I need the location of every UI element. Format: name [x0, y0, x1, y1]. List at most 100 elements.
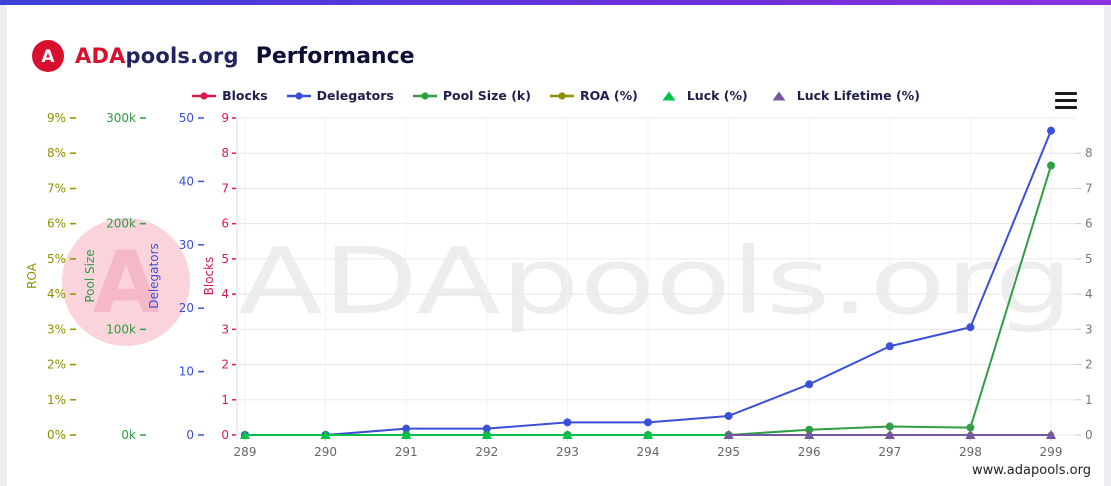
- axis-title-delegators: Delegators: [147, 243, 161, 309]
- axis-blocks: 0 1 2 3 4 5 6 7 8 9 Blocks: [202, 111, 236, 442]
- axis-blocks-tick-label: 6: [221, 217, 229, 231]
- axis-roa-tick-label: 7%: [47, 181, 66, 195]
- legend-item-delegators[interactable]: Delegators: [286, 88, 394, 103]
- axis-roa-tick-label: 3%: [47, 322, 66, 336]
- axis-roa-tick-label: 8%: [47, 146, 66, 160]
- axis-x-tick-label: 298: [959, 445, 982, 459]
- adapools-logo[interactable]: A: [30, 38, 66, 74]
- axis-right-tick-label: 1: [1085, 393, 1093, 407]
- axis-x-tick-label: 289: [234, 445, 257, 459]
- point-delegators-293[interactable]: [563, 418, 572, 427]
- point-delegators-299[interactable]: [1047, 126, 1055, 135]
- header: A ADApools.org Performance: [30, 38, 415, 74]
- axis-pool-tick-label: 0k: [121, 428, 136, 442]
- luck-legend-marker-icon: [662, 91, 676, 100]
- axis-right-tick-label: 5: [1085, 252, 1093, 266]
- axis-right-tick-label: 8: [1085, 146, 1093, 160]
- axis-blocks-tick-label: 4: [221, 287, 229, 301]
- axis-right-tick-label: 4: [1085, 287, 1093, 301]
- top-gradient-bar: [0, 0, 1111, 5]
- pool-size-k-legend-marker-icon: [412, 91, 437, 100]
- axis-x-tick-label: 295: [717, 445, 740, 459]
- axis-right-tick-label: 6: [1085, 217, 1093, 231]
- blocks-legend-marker-icon: [192, 91, 217, 100]
- chart-legend: Blocks Delegators Pool Size (k) ROA (%) Luck…: [0, 88, 1111, 103]
- axis-x-tick-label: 297: [878, 445, 901, 459]
- axis-x-tick-label: 292: [475, 445, 498, 459]
- axis-pool-tick-label: 200k: [106, 217, 136, 231]
- axis-right: 0 1 2 3 4 5 6 7 8: [1075, 146, 1093, 442]
- axis-roa-tick-label: 2%: [47, 358, 66, 372]
- legend-item-luck-lifetime[interactable]: Luck Lifetime (%): [766, 88, 920, 103]
- ada-logo-letter: A: [41, 47, 55, 67]
- axis-title-blocks: Blocks: [202, 257, 216, 296]
- axis-x-tick-label: 291: [395, 445, 418, 459]
- axis-roa-tick-label: 6%: [47, 217, 66, 231]
- point-delegators-295[interactable]: [724, 411, 733, 420]
- axis-delegators-tick-label: 10: [179, 365, 194, 379]
- axis-pool-tick-label: 300k: [106, 111, 136, 125]
- axis-blocks-tick-label: 0: [221, 428, 229, 442]
- legend-label: ROA (%): [579, 88, 638, 103]
- axis-blocks-tick-label: 9: [221, 111, 229, 125]
- brand-suffix: pools.org: [125, 44, 239, 68]
- axis-right-tick-label: 2: [1085, 358, 1093, 372]
- legend-label: Delegators: [316, 88, 394, 103]
- axis-blocks-tick-label: 5: [221, 252, 229, 266]
- legend-label: Luck Lifetime (%): [796, 88, 920, 103]
- axis-x-tick-label: 293: [556, 445, 579, 459]
- brand-ada: ADA: [75, 44, 126, 68]
- axis-blocks-tick-label: 8: [221, 146, 229, 160]
- hamburger-bar: [1055, 99, 1077, 102]
- point-delegators-296[interactable]: [805, 380, 814, 389]
- point-pool-size-k-297[interactable]: [885, 422, 894, 431]
- page-title: Performance: [255, 43, 415, 69]
- axis-blocks-tick-label: 7: [221, 181, 229, 195]
- legend-label: Pool Size (k): [442, 88, 531, 103]
- performance-chart[interactable]: A ADApools.org0%1%2%3%4%5%6%7%8%9%ROA0k10…: [0, 100, 1111, 486]
- axis-x-tick-label: 299: [1040, 445, 1063, 459]
- axis-pool-tick-label: 100k: [106, 322, 136, 336]
- axis-blocks-tick-label: 3: [221, 322, 229, 336]
- point-delegators-297[interactable]: [885, 342, 894, 351]
- axis-delegators-tick-label: 0: [186, 428, 194, 442]
- ada-logo-icon: A: [32, 40, 64, 72]
- hamburger-menu-button[interactable]: [1053, 90, 1079, 111]
- legend-label: Blocks: [222, 88, 268, 103]
- axis-right-tick-label: 0: [1085, 428, 1093, 442]
- luck-lifetime-legend-marker-icon: [772, 91, 786, 100]
- legend-item-blocks[interactable]: Blocks: [191, 88, 268, 103]
- delegators-legend-marker-icon: [286, 91, 311, 100]
- axis-delegators-tick-label: 30: [179, 238, 194, 252]
- point-delegators-298[interactable]: [966, 323, 975, 332]
- axis-delegators-tick-label: 50: [179, 111, 194, 125]
- axis-right-tick-label: 3: [1085, 322, 1093, 336]
- axis-roa-tick-label: 5%: [47, 252, 66, 266]
- axis-title-pool: Pool Size: [83, 249, 97, 302]
- axis-delegators-tick-label: 40: [179, 174, 194, 188]
- axis-roa-tick-label: 9%: [47, 111, 66, 125]
- axis-roa-tick-label: 1%: [47, 393, 66, 407]
- hamburger-bar: [1055, 92, 1077, 95]
- brand-text[interactable]: ADApools.org: [75, 44, 239, 68]
- footer-url[interactable]: www.adapools.org: [972, 463, 1091, 478]
- point-pool-size-k-299[interactable]: [1047, 161, 1055, 170]
- hamburger-bar: [1055, 106, 1077, 109]
- legend-label: Luck (%): [686, 88, 748, 103]
- legend-item-roa[interactable]: ROA (%): [549, 88, 638, 103]
- roa-legend-marker-icon: [549, 91, 574, 100]
- axis-x-tick-label: 294: [637, 445, 660, 459]
- axis-x-tick-label: 296: [798, 445, 821, 459]
- legend-item-luck[interactable]: Luck (%): [656, 88, 748, 103]
- axis-blocks-tick-label: 2: [221, 358, 229, 372]
- watermark-text: ADApools.org: [238, 228, 1073, 335]
- axis-right-tick-label: 7: [1085, 181, 1093, 195]
- axis-delegators-tick-label: 20: [179, 301, 194, 315]
- point-delegators-294[interactable]: [644, 418, 652, 427]
- legend-item-pool-size-k[interactable]: Pool Size (k): [412, 88, 531, 103]
- axis-x-tick-label: 290: [314, 445, 337, 459]
- axis-title-roa: ROA: [25, 262, 39, 289]
- axis-roa-tick-label: 4%: [47, 287, 66, 301]
- axis-roa-tick-label: 0%: [47, 428, 66, 442]
- axis-blocks-tick-label: 1: [221, 393, 229, 407]
